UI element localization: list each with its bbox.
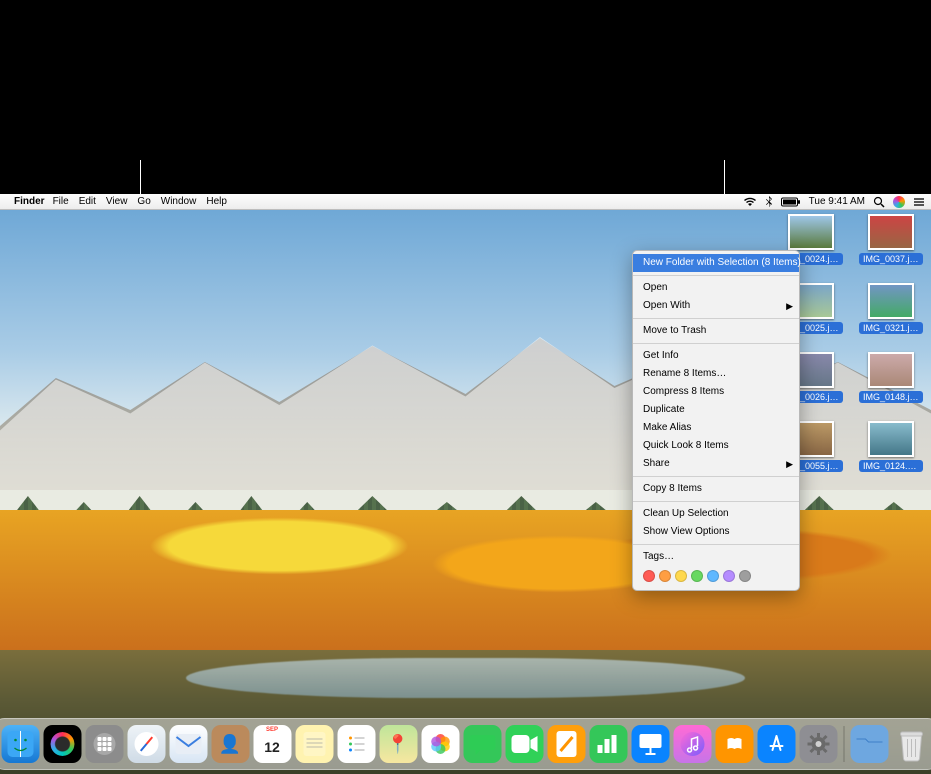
menu-help[interactable]: Help xyxy=(206,196,227,207)
ctx-separator xyxy=(633,343,799,344)
ctx-share[interactable]: Share▶ xyxy=(633,455,799,473)
ctx-separator xyxy=(633,476,799,477)
ctx-separator xyxy=(633,544,799,545)
ctx-rename[interactable]: Rename 8 Items… xyxy=(633,365,799,383)
tag-blue[interactable] xyxy=(707,570,719,582)
dock-facetime[interactable] xyxy=(505,725,543,763)
ctx-open[interactable]: Open xyxy=(633,279,799,297)
dock-photos[interactable] xyxy=(421,725,459,763)
ctx-separator xyxy=(633,275,799,276)
file-icon[interactable]: IMG_0037.jpg xyxy=(859,214,923,265)
dock-system-preferences[interactable] xyxy=(799,725,837,763)
chevron-right-icon: ▶ xyxy=(786,457,793,471)
callout-line-view xyxy=(140,160,141,194)
tag-green[interactable] xyxy=(691,570,703,582)
ctx-separator xyxy=(633,318,799,319)
notification-center-icon[interactable] xyxy=(913,197,925,207)
menu-window[interactable]: Window xyxy=(161,196,197,207)
siri-icon[interactable] xyxy=(893,196,905,208)
dock-ibooks[interactable] xyxy=(715,725,753,763)
file-icon[interactable]: IMG_0124.m4v xyxy=(859,421,923,472)
menu-edit[interactable]: Edit xyxy=(79,196,96,207)
tag-gray[interactable] xyxy=(739,570,751,582)
dock-keynote[interactable] xyxy=(631,725,669,763)
dock-reminders[interactable] xyxy=(337,725,375,763)
dock-launchpad[interactable] xyxy=(85,725,123,763)
menu-file[interactable]: File xyxy=(53,196,69,207)
clock[interactable]: Tue 9:41 AM xyxy=(809,196,865,207)
context-menu: New Folder with Selection (8 Items) Open… xyxy=(632,250,800,591)
file-name: IMG_0148.jpg xyxy=(859,391,923,403)
ctx-make-alias[interactable]: Make Alias xyxy=(633,419,799,437)
ctx-open-with[interactable]: Open With▶ xyxy=(633,297,799,315)
file-icon[interactable]: IMG_0148.jpg xyxy=(859,352,923,403)
dock-messages[interactable] xyxy=(463,725,501,763)
tag-purple[interactable] xyxy=(723,570,735,582)
battery-icon[interactable] xyxy=(781,197,801,207)
file-name: IMG_0124.m4v xyxy=(859,460,923,472)
ctx-show-view-options[interactable]: Show View Options xyxy=(633,523,799,541)
app-menu[interactable]: Finder xyxy=(14,196,45,207)
dock-itunes[interactable] xyxy=(673,725,711,763)
wifi-icon[interactable] xyxy=(743,197,757,207)
dock-notes[interactable] xyxy=(295,725,333,763)
tag-orange[interactable] xyxy=(659,570,671,582)
dock: 👤 SEP12 📍 xyxy=(0,718,931,770)
desktop-icons-grid: IMG_0024.jpg IMG_0037.jpg IMG_0025.jpg I… xyxy=(779,214,923,472)
ctx-new-folder-with-selection[interactable]: New Folder with Selection (8 Items) xyxy=(633,254,799,272)
chevron-right-icon: ▶ xyxy=(786,299,793,313)
ctx-tag-colors xyxy=(633,566,799,587)
ctx-tags[interactable]: Tags… xyxy=(633,548,799,566)
dock-pages[interactable] xyxy=(547,725,585,763)
dock-mail[interactable] xyxy=(169,725,207,763)
spotlight-icon[interactable] xyxy=(873,196,885,208)
dock-safari[interactable] xyxy=(127,725,165,763)
menu-view[interactable]: View xyxy=(106,196,128,207)
dock-downloads[interactable] xyxy=(850,725,888,763)
ctx-get-info[interactable]: Get Info xyxy=(633,347,799,365)
file-name: IMG_0321.jpg xyxy=(859,322,923,334)
dock-maps[interactable]: 📍 xyxy=(379,725,417,763)
dock-calendar[interactable]: SEP12 xyxy=(253,725,291,763)
ctx-copy[interactable]: Copy 8 Items xyxy=(633,480,799,498)
dock-finder[interactable] xyxy=(1,725,39,763)
dock-separator xyxy=(843,726,844,762)
tag-red[interactable] xyxy=(643,570,655,582)
dock-contacts[interactable]: 👤 xyxy=(211,725,249,763)
dock-trash[interactable] xyxy=(892,725,930,763)
tag-yellow[interactable] xyxy=(675,570,687,582)
menu-go[interactable]: Go xyxy=(137,196,150,207)
file-name: IMG_0037.jpg xyxy=(859,253,923,265)
ctx-compress[interactable]: Compress 8 Items xyxy=(633,383,799,401)
ctx-clean-up-selection[interactable]: Clean Up Selection xyxy=(633,505,799,523)
ctx-move-to-trash[interactable]: Move to Trash xyxy=(633,322,799,340)
ctx-separator xyxy=(633,501,799,502)
dock-siri[interactable] xyxy=(43,725,81,763)
ctx-quick-look[interactable]: Quick Look 8 Items xyxy=(633,437,799,455)
desktop[interactable]: Finder File Edit View Go Window Help Tue… xyxy=(0,194,931,774)
dock-app-store[interactable] xyxy=(757,725,795,763)
dock-numbers[interactable] xyxy=(589,725,627,763)
menu-bar: Finder File Edit View Go Window Help Tue… xyxy=(0,194,931,210)
ctx-duplicate[interactable]: Duplicate xyxy=(633,401,799,419)
bluetooth-icon[interactable] xyxy=(765,196,773,208)
file-icon[interactable]: IMG_0321.jpg xyxy=(859,283,923,334)
